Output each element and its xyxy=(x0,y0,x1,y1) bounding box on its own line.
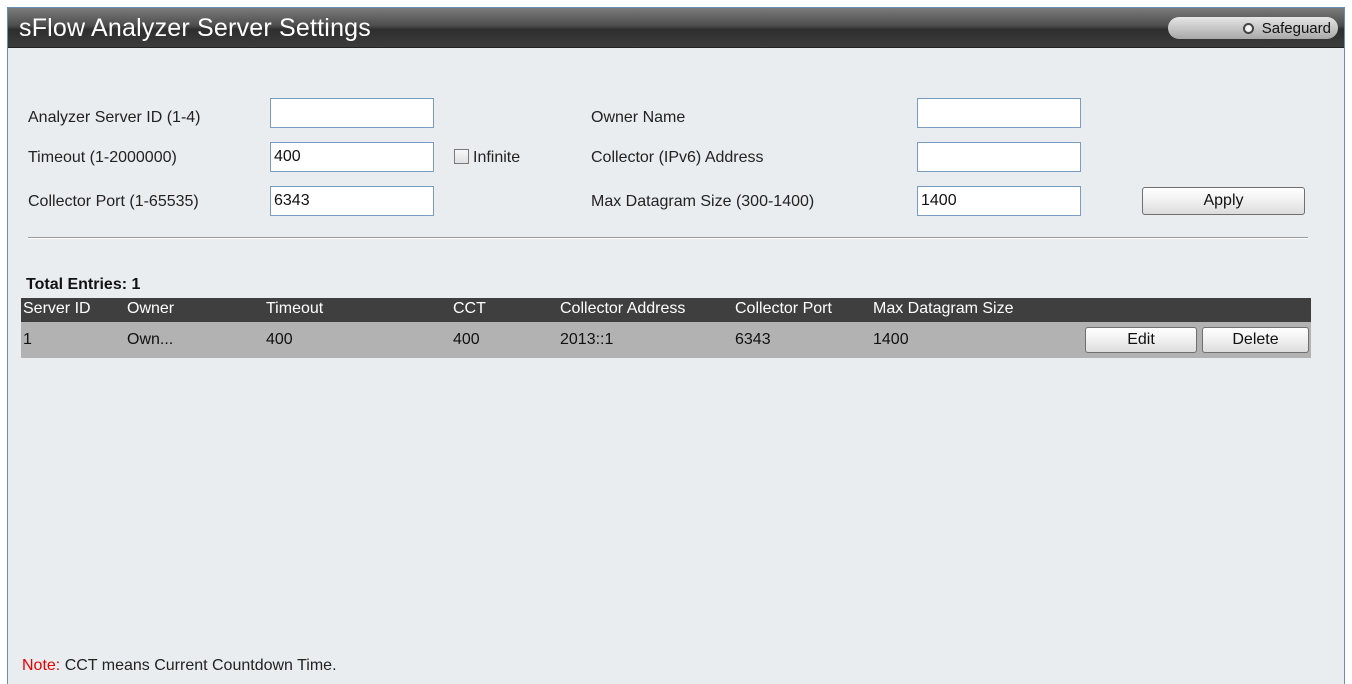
header-collector-port: Collector Port xyxy=(735,300,832,317)
header-timeout: Timeout xyxy=(266,300,324,317)
title-bar: sFlow Analyzer Server Settings Safeguard xyxy=(8,8,1344,48)
cell-server-id: 1 xyxy=(23,331,32,348)
cell-collector-address: 2013::1 xyxy=(560,331,614,348)
header-collector-address: Collector Address xyxy=(560,300,686,317)
owner-name-label: Owner Name xyxy=(591,109,686,126)
server-id-input[interactable] xyxy=(270,98,434,128)
server-id-label: Analyzer Server ID (1-4) xyxy=(28,109,201,126)
cell-timeout: 400 xyxy=(266,331,293,348)
safeguard-label: Safeguard xyxy=(1261,19,1331,37)
delete-button[interactable]: Delete xyxy=(1202,327,1309,353)
header-max-datagram-size: Max Datagram Size xyxy=(873,300,1014,317)
section-divider xyxy=(28,237,1308,239)
cell-cct: 400 xyxy=(453,331,480,348)
total-entries: Total Entries: 1 xyxy=(26,276,141,293)
collector-port-input[interactable] xyxy=(270,186,434,216)
cell-max-datagram-size: 1400 xyxy=(873,331,909,348)
safeguard-status: Safeguard xyxy=(1242,18,1331,38)
collector-address-label: Collector (IPv6) Address xyxy=(591,149,764,166)
edit-button[interactable]: Edit xyxy=(1085,327,1197,353)
header-server-id: Server ID xyxy=(23,300,91,317)
max-datagram-label: Max Datagram Size (300-1400) xyxy=(591,193,815,210)
footnote: Note: CCT means Current Countdown Time. xyxy=(22,657,337,675)
header-owner: Owner xyxy=(127,300,175,317)
collector-address-input[interactable] xyxy=(917,142,1081,172)
page-frame: sFlow Analyzer Server Settings Safeguard… xyxy=(7,7,1345,684)
apply-button[interactable]: Apply xyxy=(1142,187,1305,215)
owner-name-input[interactable] xyxy=(917,98,1081,128)
max-datagram-input[interactable] xyxy=(917,186,1081,216)
cell-owner: Own... xyxy=(127,331,174,348)
infinite-label: Infinite xyxy=(473,149,521,166)
infinite-checkbox[interactable] xyxy=(454,149,469,164)
header-cct: CCT xyxy=(453,300,486,317)
note-text: CCT means Current Countdown Time. xyxy=(60,657,337,674)
page-title: sFlow Analyzer Server Settings xyxy=(19,14,371,42)
collector-port-label: Collector Port (1-65535) xyxy=(28,193,199,210)
table-header: Server ID Owner Timeout CCT Collector Ad… xyxy=(21,298,1311,322)
cell-collector-port: 6343 xyxy=(735,331,771,348)
table-row: 1 Own... 400 400 2013::1 6343 1400 Edit … xyxy=(21,322,1311,358)
timeout-input[interactable] xyxy=(270,142,434,172)
note-prefix: Note: xyxy=(22,657,61,674)
timeout-label: Timeout (1-2000000) xyxy=(28,149,177,166)
safeguard-circle-icon xyxy=(1242,22,1254,34)
